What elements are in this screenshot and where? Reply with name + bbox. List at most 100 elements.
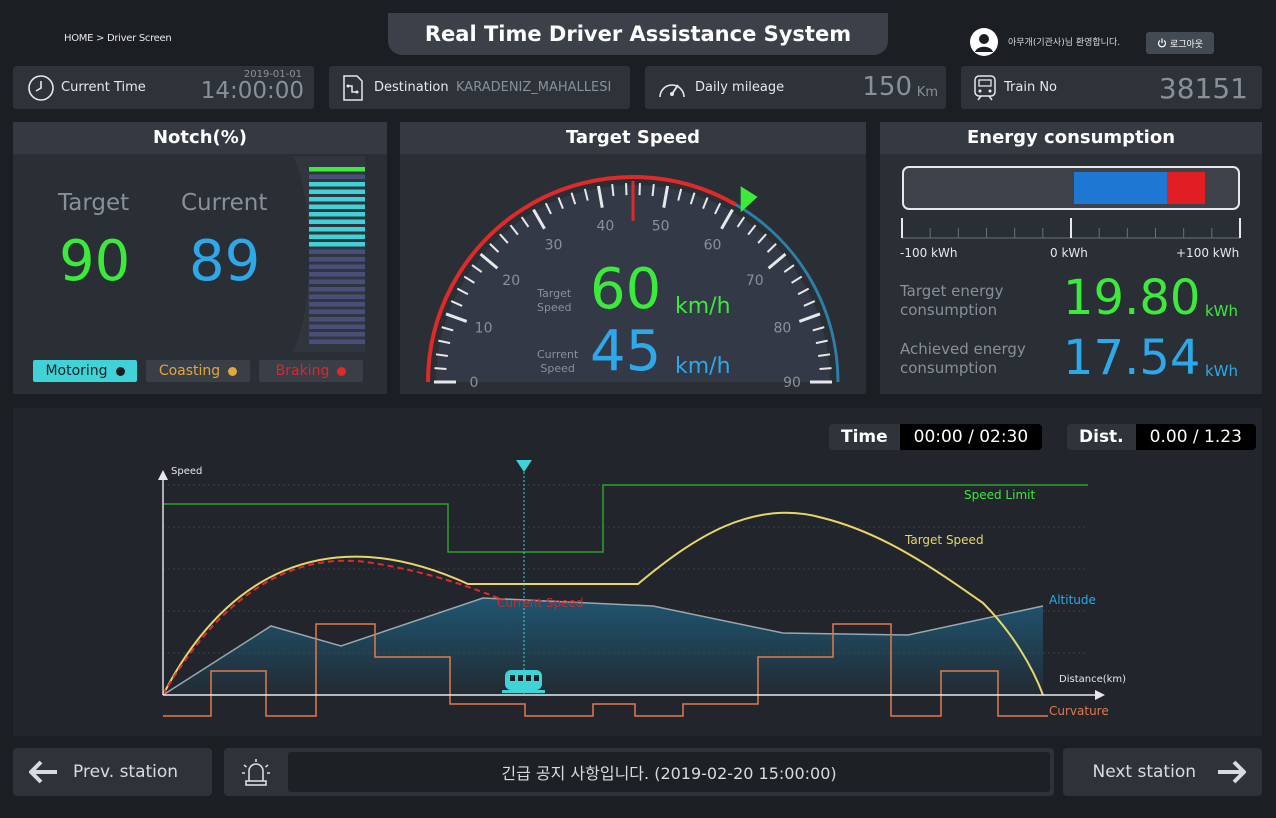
prev-station-button[interactable]: Prev. station xyxy=(13,748,212,796)
breadcrumb[interactable]: HOME > Driver Screen xyxy=(64,33,172,44)
next-station-label: Next station xyxy=(1092,762,1196,782)
speedometer-icon xyxy=(659,84,685,98)
gauge-tick-label: 80 xyxy=(773,321,791,337)
motoring-dot xyxy=(115,366,125,376)
user-avatar-icon xyxy=(970,28,998,56)
notch-bar-segment xyxy=(309,182,365,187)
energy-title: Energy consumption xyxy=(880,122,1262,154)
notch-bar-segment xyxy=(309,204,365,209)
prev-station-label: Prev. station xyxy=(73,762,179,782)
train-no-value: 38151 xyxy=(1158,72,1248,105)
legend-target-speed: Target Speed xyxy=(904,533,984,547)
gauge-tick-label: 50 xyxy=(652,218,670,234)
gauge-current-unit: km/h xyxy=(675,354,731,379)
destination-box: Destination KARADENIZ_MAHALLESI xyxy=(329,66,630,109)
notch-bar-segment xyxy=(309,167,365,172)
train-icon xyxy=(974,75,996,101)
gauge-tick-label: 10 xyxy=(475,321,493,337)
notch-bar-segment xyxy=(309,189,365,194)
altitude-area xyxy=(163,598,1043,695)
arrow-left-icon xyxy=(29,760,57,784)
coasting-mode-badge[interactable]: Coasting xyxy=(146,360,250,382)
target-energy-unit: kWh xyxy=(1205,302,1239,320)
clock-icon xyxy=(28,75,54,101)
energy-scale xyxy=(901,218,1241,239)
current-time-label: Current Time xyxy=(61,80,146,95)
gauge-target-marker xyxy=(740,186,758,213)
gauge-target-label: Target Speed xyxy=(537,287,572,314)
achieved-energy-unit: kWh xyxy=(1205,362,1239,380)
target-energy-value: 19.80 xyxy=(1063,270,1201,326)
profile-chart: Speed Distance(km) Speed Limit Target Sp… xyxy=(158,460,1126,718)
gauge-tick xyxy=(434,367,447,370)
gauge-tick-label: 70 xyxy=(746,273,764,289)
notch-bar-segment xyxy=(309,309,365,314)
motoring-mode-badge[interactable]: Motoring xyxy=(33,360,137,382)
notice-bar: 긴급 공지 사항입니다. (2019-02-20 15:00:00) xyxy=(224,748,1054,796)
coasting-dot xyxy=(228,366,238,376)
legend-curvature: Curvature xyxy=(1049,704,1109,718)
logout-button[interactable]: 로그아웃 xyxy=(1146,32,1214,54)
position-marker xyxy=(516,460,532,472)
notice-text: 긴급 공지 사항입니다. (2019-02-20 15:00:00) xyxy=(288,752,1050,792)
next-station-button[interactable]: Next station xyxy=(1063,748,1262,796)
notch-target-value: 90 xyxy=(59,229,131,294)
energy-bar-blue xyxy=(1074,172,1167,204)
page-title: Real Time Driver Assistance System xyxy=(388,13,888,55)
gauge-tick-label: 40 xyxy=(596,218,614,234)
legend-current-speed: Current Speed xyxy=(497,596,584,610)
braking-dot xyxy=(337,366,347,376)
achieved-energy-value: 17.54 xyxy=(1063,330,1201,386)
power-icon xyxy=(1157,38,1167,48)
legend-altitude: Altitude xyxy=(1049,593,1096,607)
gauge-current-label: Current Speed xyxy=(537,348,579,375)
gauge-target-unit: km/h xyxy=(675,294,731,319)
gauge-current-value: 45 xyxy=(590,319,662,384)
gauge-tick-label: 0 xyxy=(470,375,479,391)
braking-mode-badge[interactable]: Braking xyxy=(259,360,363,382)
notch-bar-segment xyxy=(309,174,365,179)
energy-panel: Energy consumption -100 kWh 0 kWh +100 k… xyxy=(880,122,1262,394)
notch-bar-segment xyxy=(309,219,365,224)
destination-value: KARADENIZ_MAHALLESI xyxy=(456,80,612,95)
notch-bar-segment xyxy=(309,227,365,232)
x-axis-label: Distance(km) xyxy=(1059,674,1126,685)
legend-speed-limit: Speed Limit xyxy=(964,488,1035,502)
notch-bar-segment xyxy=(309,212,365,217)
notch-bar-segment xyxy=(309,249,365,254)
achieved-energy-label: Achieved energy consumption xyxy=(900,340,1026,377)
gauge-tick-label: 20 xyxy=(502,273,520,289)
notch-current-value: 89 xyxy=(189,229,261,294)
gauge-tick-label: 60 xyxy=(704,237,722,253)
notch-title: Notch(%) xyxy=(13,122,387,154)
gauge-tick xyxy=(651,183,655,197)
gauge-tick-label: 30 xyxy=(545,237,563,253)
energy-bar-red xyxy=(1167,172,1205,204)
energy-scale-min: -100 kWh xyxy=(900,246,958,260)
notch-bar-segment xyxy=(309,272,365,277)
notch-bar-segment xyxy=(309,242,365,247)
energy-scale-zero: 0 kWh xyxy=(1050,246,1088,260)
current-time-value: 14:00:00 xyxy=(200,78,304,104)
arrow-right-icon xyxy=(1218,760,1246,784)
notch-bar-segment xyxy=(309,264,365,269)
welcome-text: 아무개(기관사)님 환영합니다. xyxy=(1008,38,1121,48)
notch-bar-segment xyxy=(309,257,365,262)
motoring-label: Motoring xyxy=(45,363,108,379)
notch-level-bar xyxy=(293,156,365,352)
notch-bar-segment xyxy=(309,324,365,329)
notch-bar-segment xyxy=(309,317,365,322)
gauge-tick-label: 90 xyxy=(783,375,801,391)
notch-bar-segment xyxy=(309,332,365,337)
y-axis-label: Speed xyxy=(171,466,202,477)
daily-mileage-unit: Km xyxy=(916,85,938,100)
destination-label: Destination xyxy=(374,80,449,95)
target-energy-label: Target energy consumption xyxy=(900,282,1004,319)
notch-target-label: Target xyxy=(58,190,130,216)
train-no-box: Train No 38151 xyxy=(961,66,1262,109)
gauge-tick xyxy=(611,183,615,197)
braking-label: Braking xyxy=(275,363,330,379)
energy-scale-max: +100 kWh xyxy=(1176,246,1240,260)
target-speed-title: Target Speed xyxy=(400,122,866,154)
daily-mileage-label: Daily mileage xyxy=(695,80,785,95)
